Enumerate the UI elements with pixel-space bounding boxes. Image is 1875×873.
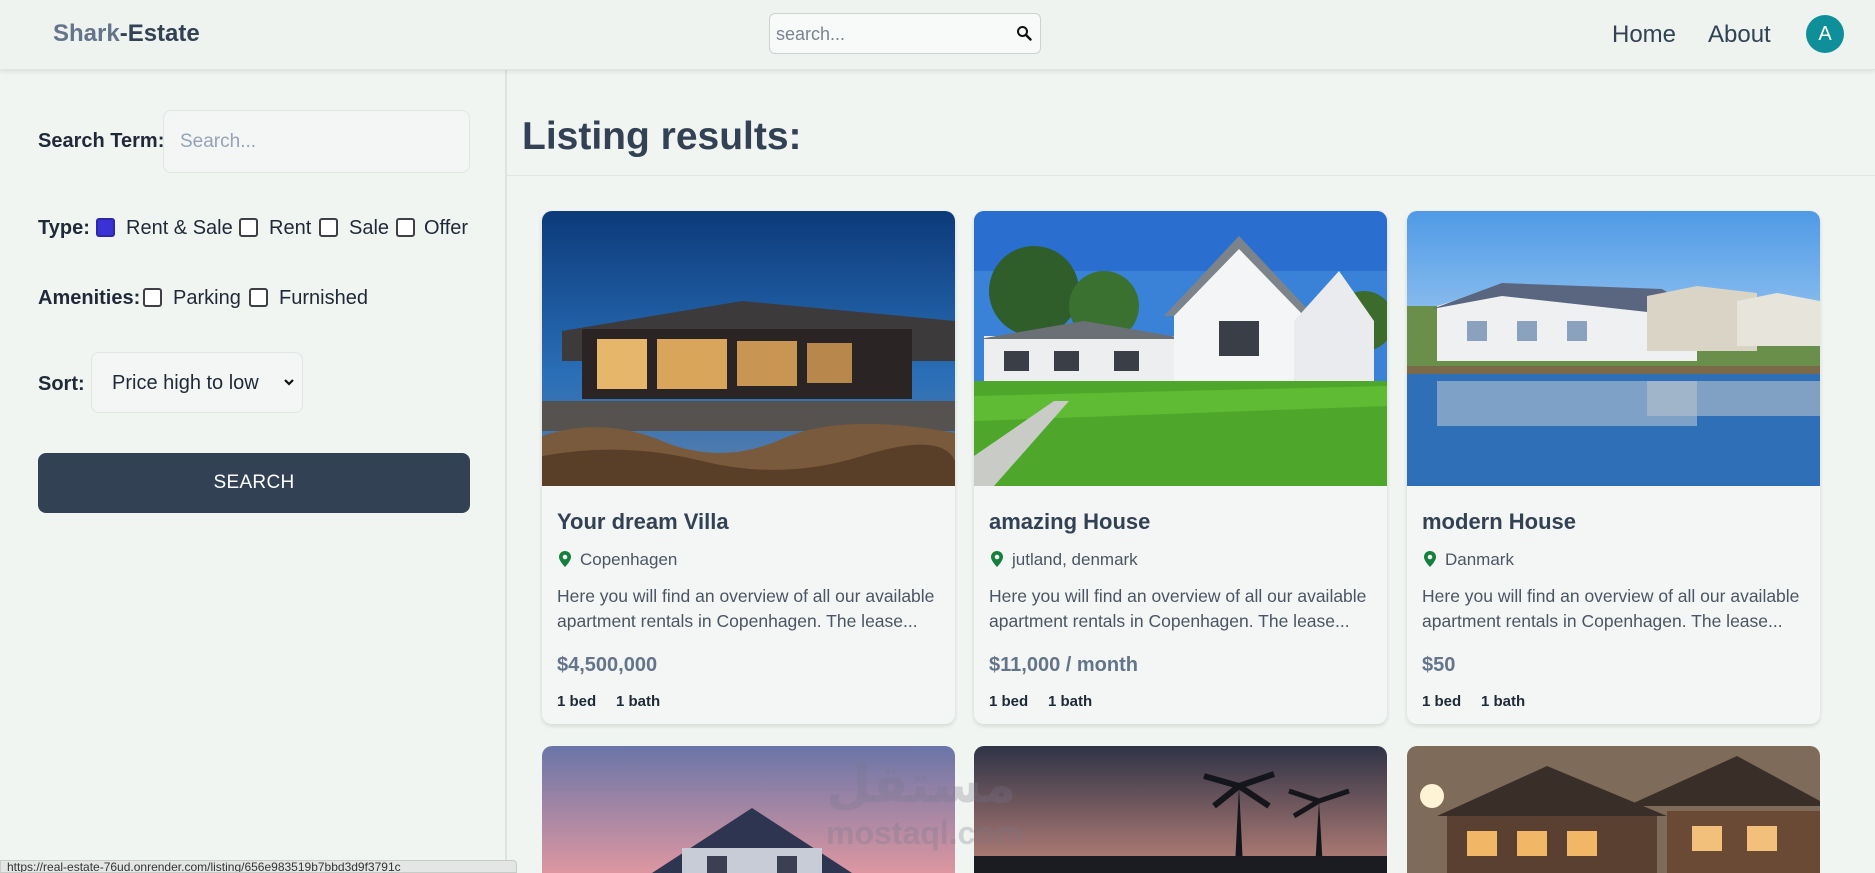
sort-selected-value: Price high to low	[112, 372, 259, 394]
sort-select[interactable]: Price high to low	[91, 352, 303, 413]
listing-image-partial[interactable]	[1407, 746, 1820, 873]
avatar[interactable]: A	[1806, 15, 1844, 53]
listing-baths: 1 bath	[1048, 693, 1093, 710]
listing-card-partial[interactable]	[1407, 746, 1820, 873]
sort-label: Sort:	[38, 373, 85, 395]
listing-description: Here you will find an overview of all ou…	[1422, 586, 1800, 631]
rent-label: Rent	[269, 217, 312, 239]
rent-and-sale-label: Rent & Sale	[126, 217, 233, 239]
listing-title[interactable]: modern House	[1422, 509, 1576, 535]
listing-title[interactable]: amazing House	[989, 509, 1150, 535]
page-title: Listing results:	[522, 115, 802, 158]
listing-baths: 1 bath	[616, 693, 661, 710]
watermark-arabic: مستقل	[826, 756, 1017, 814]
listing-card-partial[interactable]	[974, 746, 1387, 873]
listing-image-villa[interactable]	[542, 211, 955, 486]
search-icon[interactable]	[1016, 25, 1032, 46]
listing-description: Here you will find an overview of all ou…	[989, 586, 1367, 631]
watermark-latin: mostaql.com	[826, 815, 1024, 851]
listing-description: Here you will find an overview of all ou…	[557, 586, 935, 631]
type-label: Type:	[38, 217, 90, 239]
rent-and-sale-checkbox[interactable]	[96, 218, 115, 237]
top-header: Shark-Estate Home About A	[0, 0, 1875, 70]
listing-beds: 1 bed	[557, 693, 597, 710]
listing-location: jutland, denmark	[1012, 550, 1138, 569]
sale-checkbox[interactable]	[319, 218, 338, 237]
listing-image-partial[interactable]	[974, 746, 1387, 873]
logo-part-2: -Estate	[119, 20, 200, 47]
search-button[interactable]: SEARCH	[38, 453, 470, 513]
listing-card[interactable]: Your dream Villa Copenhagen Here you wil…	[542, 211, 955, 724]
header-search-input[interactable]	[776, 22, 996, 46]
offer-checkbox[interactable]	[396, 218, 415, 237]
listing-image-modern-house[interactable]	[1407, 211, 1820, 486]
listing-beds: 1 bed	[989, 693, 1029, 710]
chevron-down-icon	[282, 375, 296, 394]
listing-price: $4,500,000	[557, 654, 658, 676]
amenities-label: Amenities:	[38, 287, 141, 309]
offer-label: Offer	[424, 217, 469, 239]
location-pin-icon	[990, 550, 1004, 573]
header-search-box	[769, 13, 1041, 54]
rent-checkbox[interactable]	[239, 218, 258, 237]
parking-label: Parking	[173, 287, 241, 309]
search-term-label: Search Term:	[38, 130, 165, 152]
site-logo[interactable]: Shark-Estate	[53, 20, 200, 48]
search-term-input[interactable]	[180, 130, 450, 154]
listing-baths: 1 bath	[1481, 693, 1526, 710]
furnished-checkbox[interactable]	[249, 288, 268, 307]
location-pin-icon	[558, 550, 572, 573]
listing-title[interactable]: Your dream Villa	[557, 509, 729, 535]
listing-price: $11,000 / month	[989, 654, 1138, 676]
listing-card[interactable]: modern House Danmark Here you will find …	[1407, 211, 1820, 724]
divider	[507, 175, 1875, 176]
nav-home-link[interactable]: Home	[1612, 21, 1676, 49]
listing-image-house[interactable]	[974, 211, 1387, 486]
nav-about-link[interactable]: About	[1708, 21, 1771, 49]
listing-beds: 1 bed	[1422, 693, 1462, 710]
link-status-bar: https://real-estate-76ud.onrender.com/li…	[0, 860, 517, 873]
listing-card[interactable]: amazing House jutland, denmark Here you …	[974, 211, 1387, 724]
location-pin-icon	[1423, 550, 1437, 573]
logo-part-1: Shark	[53, 20, 120, 47]
filter-sidebar: Search Term: Type: Rent & Sale Rent Sale…	[0, 70, 507, 873]
sale-label: Sale	[349, 217, 390, 239]
parking-checkbox[interactable]	[143, 288, 162, 307]
listing-location: Danmark	[1445, 550, 1514, 569]
listing-location: Copenhagen	[580, 550, 678, 569]
furnished-label: Furnished	[279, 287, 368, 309]
listing-price: $50	[1422, 654, 1456, 676]
search-term-box	[163, 110, 470, 173]
